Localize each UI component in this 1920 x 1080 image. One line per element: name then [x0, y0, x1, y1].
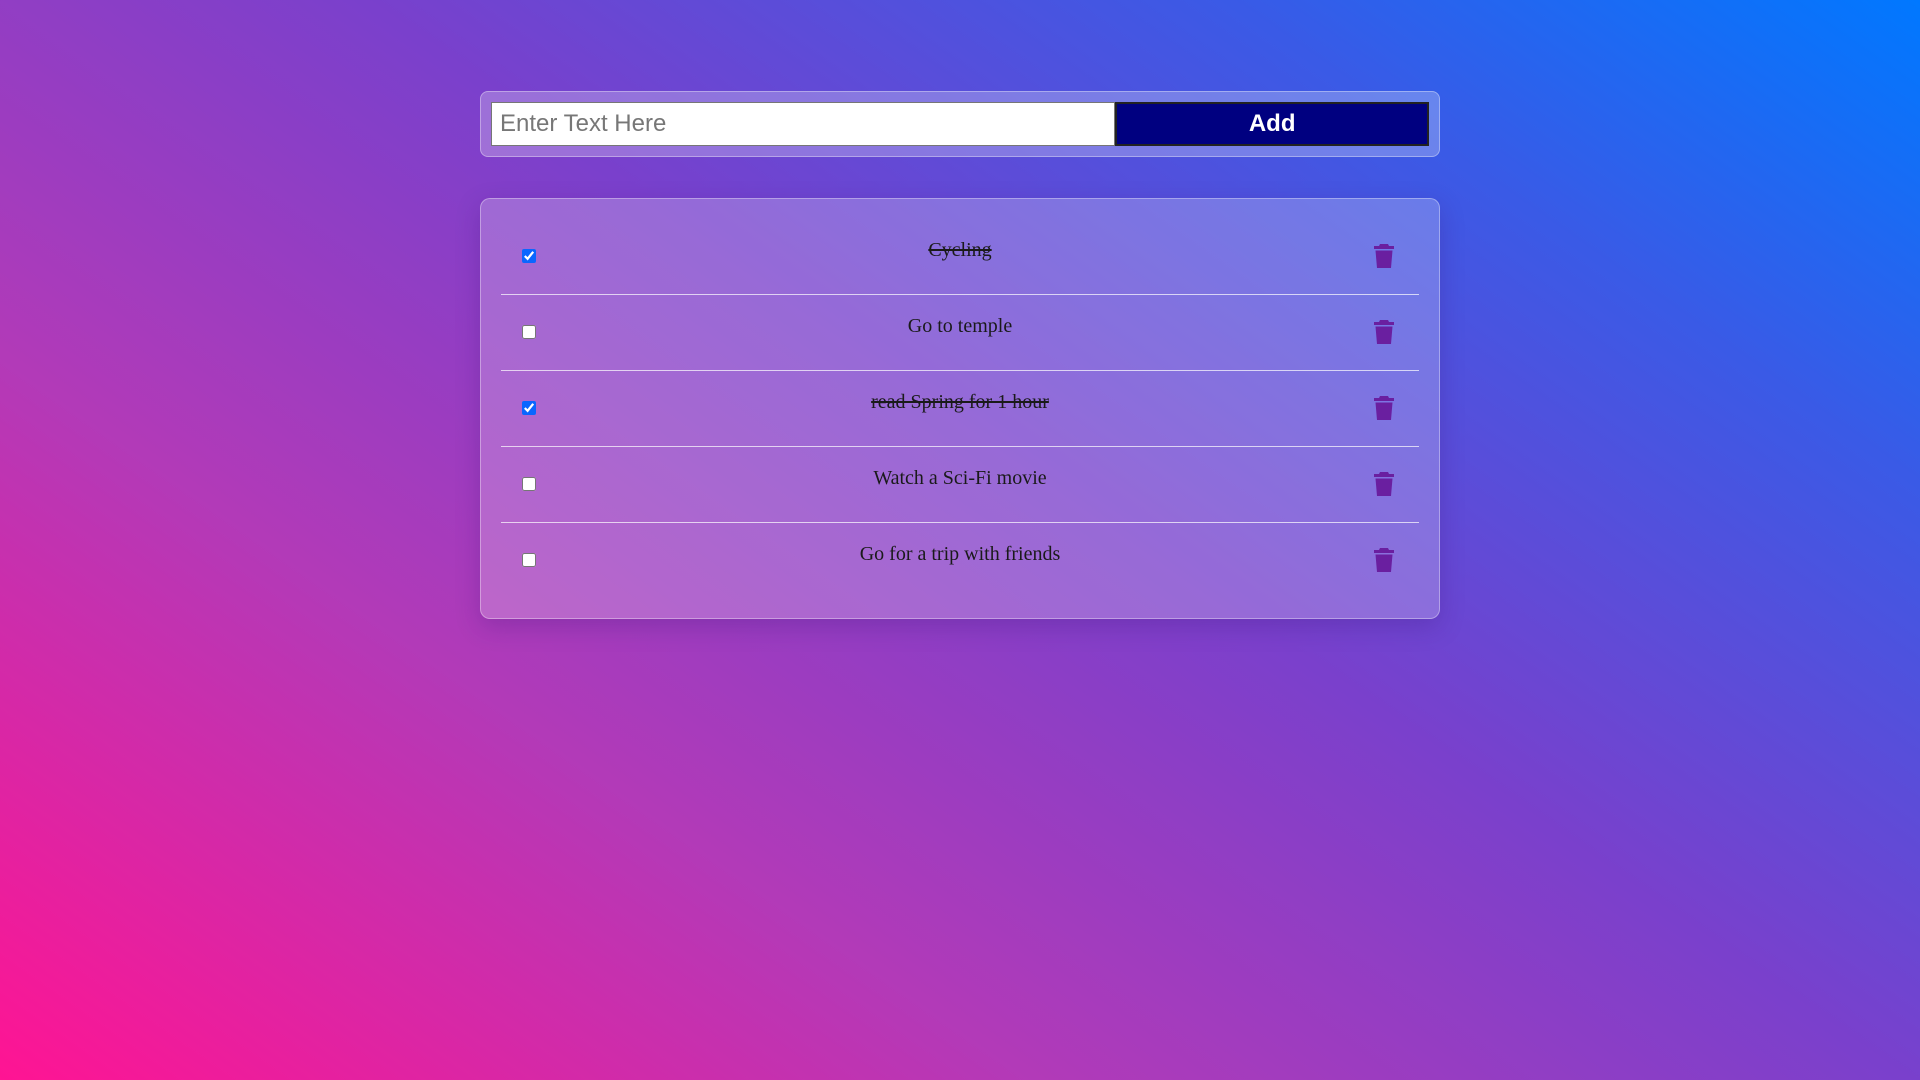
task-row: Cycling — [501, 219, 1419, 295]
trash-icon[interactable] — [1373, 395, 1395, 421]
task-row: Go to temple — [501, 295, 1419, 371]
trash-icon[interactable] — [1373, 243, 1395, 269]
task-label: Watch a Sci-Fi movie — [873, 467, 1047, 489]
task-checkbox[interactable] — [522, 401, 536, 415]
trash-icon[interactable] — [1373, 547, 1395, 573]
task-label: read Spring for 1 hour — [871, 391, 1049, 413]
trash-icon[interactable] — [1373, 319, 1395, 345]
task-label: Go to temple — [907, 315, 1013, 337]
trash-icon[interactable] — [1373, 471, 1395, 497]
task-checkbox[interactable] — [522, 249, 536, 263]
task-label: Cycling — [928, 239, 992, 261]
task-row: read Spring for 1 hour — [501, 371, 1419, 447]
task-label: Go for a trip with friends — [859, 543, 1061, 565]
task-list: Cycling Go to temple read Spring for 1 h… — [480, 198, 1440, 619]
task-checkbox[interactable] — [522, 553, 536, 567]
add-task-bar: Add — [480, 91, 1440, 157]
add-button[interactable]: Add — [1115, 102, 1429, 146]
task-checkbox[interactable] — [522, 325, 536, 339]
task-checkbox[interactable] — [522, 477, 536, 491]
task-row: Go for a trip with friends — [501, 523, 1419, 599]
task-text-input[interactable] — [491, 102, 1116, 146]
task-row: Watch a Sci-Fi movie — [501, 447, 1419, 523]
